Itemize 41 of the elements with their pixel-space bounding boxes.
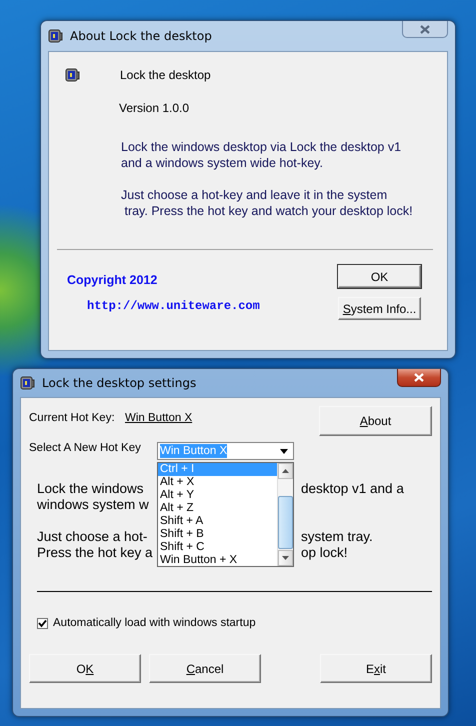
scroll-thumb[interactable] bbox=[278, 496, 293, 549]
list-option[interactable]: Alt + Z bbox=[158, 502, 277, 515]
description-text: system tray. bbox=[301, 529, 374, 545]
description-text: Lock the windows bbox=[37, 481, 145, 497]
close-icon bbox=[414, 373, 424, 382]
window-title: About Lock the desktop bbox=[70, 29, 213, 43]
description-text: Just choose a hot- bbox=[37, 529, 148, 545]
dropdown-arrow-icon bbox=[280, 448, 288, 454]
about-button[interactable]: About bbox=[319, 406, 432, 436]
hotkey-value: Win Button X bbox=[125, 412, 192, 424]
exit-button[interactable]: Exit bbox=[320, 654, 432, 683]
app-icon bbox=[65, 67, 81, 83]
list-option[interactable]: Alt + Y bbox=[158, 489, 277, 502]
description-text: windows system w bbox=[37, 497, 150, 513]
close-icon bbox=[420, 24, 430, 34]
description-text: Just choose a hot-key and leave it in the system tray. Press the hot key and watch your desktop lock! bbox=[121, 187, 414, 219]
copyright-text: Copyright 2012 bbox=[67, 273, 158, 287]
list-option[interactable]: Shift + B bbox=[158, 528, 277, 541]
version-text: Version 1.0.0 bbox=[119, 101, 190, 115]
app-icon bbox=[48, 28, 64, 44]
field-label: Current Hot Key: bbox=[29, 412, 116, 424]
description-text: desktop v1 and a bbox=[301, 481, 405, 497]
ok-button[interactable]: OK bbox=[29, 654, 141, 683]
cancel-button[interactable]: Cancel bbox=[149, 654, 261, 683]
description-text: op lock! bbox=[301, 545, 349, 561]
description-text: Press the hot key a bbox=[37, 545, 154, 561]
description-text: Lock the windows desktop via Lock the desktop v1 and a windows system wide hot-key. bbox=[121, 139, 402, 171]
scroll-down-icon[interactable] bbox=[278, 550, 293, 566]
window-title: Lock the desktop settings bbox=[42, 376, 198, 390]
list-option[interactable]: Win Button + X bbox=[158, 554, 277, 567]
field-label: Select A New Hot Key bbox=[29, 442, 142, 454]
scrollbar[interactable] bbox=[277, 463, 293, 566]
checkbox-label: Automatically load with windows startup bbox=[53, 617, 256, 629]
list-option[interactable]: Alt + X bbox=[158, 476, 277, 489]
app-icon bbox=[20, 375, 36, 391]
app-name: Lock the desktop bbox=[120, 68, 211, 82]
list-option[interactable]: Shift + A bbox=[158, 515, 277, 528]
close-button[interactable] bbox=[397, 369, 441, 387]
scroll-up-icon[interactable] bbox=[278, 463, 293, 479]
autoload-checkbox[interactable] bbox=[37, 618, 48, 628]
list-option[interactable]: Shift + C bbox=[158, 541, 277, 554]
